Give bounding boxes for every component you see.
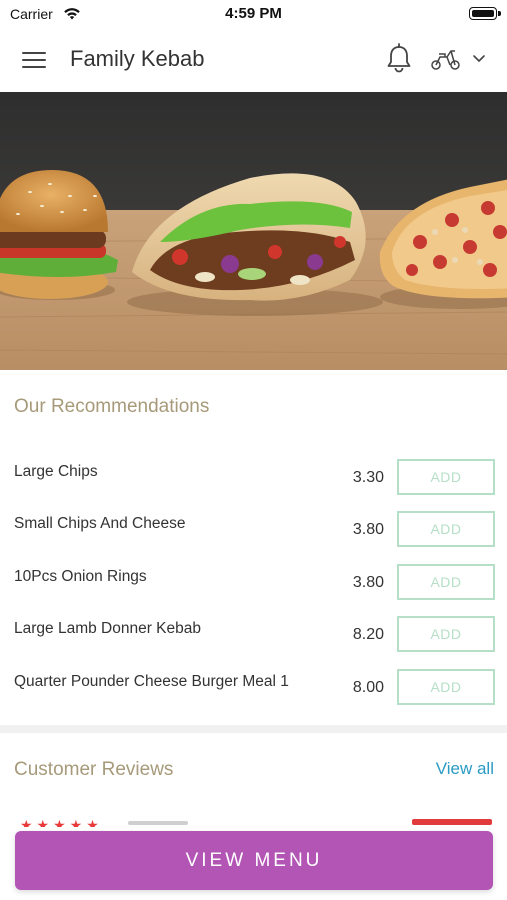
- recommendations-section: Our Recommendations Large Chips 3.30 ADD…: [0, 370, 507, 725]
- restaurant-title: Family Kebab: [70, 46, 205, 71]
- recommendation-item: Quarter Pounder Cheese Burger Meal 1 8.0…: [0, 669, 507, 721]
- item-name: Large Chips: [14, 463, 98, 480]
- item-price: 3.30: [352, 469, 384, 486]
- item-price: 8.20: [352, 626, 384, 643]
- item-name: 10Pcs Onion Rings: [14, 568, 147, 585]
- view-menu-button[interactable]: VIEW MENU: [15, 831, 493, 890]
- section-divider: [0, 725, 507, 733]
- food-banner-image: [0, 92, 507, 370]
- star-rating-icon: ★★★★★: [20, 817, 103, 827]
- status-time: 4:59 PM: [225, 5, 282, 22]
- hero-food-banner: [0, 92, 507, 370]
- battery-icon: [469, 7, 501, 20]
- add-button[interactable]: ADD: [397, 616, 495, 652]
- add-button[interactable]: ADD: [397, 669, 495, 705]
- item-price: 3.80: [352, 521, 384, 538]
- add-button[interactable]: ADD: [397, 459, 495, 495]
- bell-icon[interactable]: [384, 42, 414, 74]
- chevron-down-icon[interactable]: [472, 52, 486, 64]
- recommendation-item: Large Chips 3.30 ADD: [0, 459, 507, 511]
- recommendation-item: 10Pcs Onion Rings 3.80 ADD: [0, 564, 507, 616]
- item-name: Large Lamb Donner Kebab: [14, 620, 201, 637]
- status-bar: Carrier 4:59 PM: [0, 0, 507, 28]
- reviewer-name-placeholder: [128, 821, 188, 825]
- view-all-reviews-link[interactable]: View all: [436, 759, 494, 779]
- scooter-icon[interactable]: [430, 46, 462, 72]
- recommendation-item: Large Lamb Donner Kebab 8.20 ADD: [0, 616, 507, 668]
- menu-icon[interactable]: [22, 50, 48, 70]
- recommendations-title: Our Recommendations: [14, 396, 210, 417]
- item-name: Quarter Pounder Cheese Burger Meal 1: [14, 673, 289, 690]
- review-card-peek: ★★★★★: [14, 815, 494, 827]
- item-price: 8.00: [352, 679, 384, 696]
- add-button[interactable]: ADD: [397, 511, 495, 547]
- item-name: Small Chips And Cheese: [14, 515, 186, 532]
- add-button[interactable]: ADD: [397, 564, 495, 600]
- reviews-title: Customer Reviews: [14, 759, 174, 780]
- item-price: 3.80: [352, 574, 384, 591]
- recommendation-item: Small Chips And Cheese 3.80 ADD: [0, 511, 507, 563]
- review-source-badge: [412, 819, 492, 825]
- app-header: Family Kebab: [0, 28, 507, 92]
